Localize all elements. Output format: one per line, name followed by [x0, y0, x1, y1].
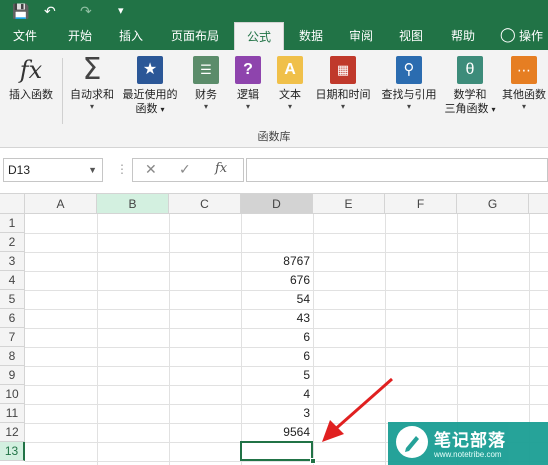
title-bar: 💾 ↶ ↷ ▾: [0, 0, 548, 22]
selected-cell-d13[interactable]: [240, 441, 313, 461]
autosum-button[interactable]: Σ 自动求和 ▾: [66, 52, 118, 112]
column-header-a[interactable]: A: [25, 194, 97, 214]
column-header-h[interactable]: [529, 194, 548, 214]
text-book-icon: A: [277, 56, 303, 84]
row-header-7[interactable]: 7: [0, 328, 25, 347]
name-box[interactable]: D13 ▼: [3, 158, 103, 182]
undo-icon[interactable]: ↶: [44, 2, 56, 20]
cell-d5[interactable]: 54: [241, 290, 313, 309]
column-header-d[interactable]: D: [241, 194, 313, 214]
chevron-down-icon[interactable]: ▼: [88, 159, 97, 181]
tab-home[interactable]: 开始: [56, 22, 104, 50]
ribbon-formulas: fx 插入函数 Σ 自动求和 ▾ ★ 最近使用的 函数 ▾ ☰ 财务 ▾ ? 逻…: [0, 50, 548, 148]
cancel-icon[interactable]: ✕: [145, 161, 157, 178]
row-header-9[interactable]: 9: [0, 366, 25, 385]
arrow-shaft: [331, 377, 393, 434]
pen-icon: [405, 436, 419, 452]
tab-page-layout[interactable]: 页面布局: [160, 22, 230, 50]
tab-data[interactable]: 数据: [288, 22, 334, 50]
column-header-c[interactable]: C: [169, 194, 241, 214]
ribbon-separator: [62, 58, 63, 124]
more-book-icon: ⋯: [511, 56, 537, 84]
column-header-f[interactable]: F: [385, 194, 457, 214]
annotation-arrow: [322, 377, 393, 442]
text-button[interactable]: A 文本 ▾: [272, 56, 308, 112]
cell-d10[interactable]: 4: [241, 385, 313, 404]
financial-button[interactable]: ☰ 财务 ▾: [188, 56, 224, 112]
math-trig-button[interactable]: θ 数学和 三角函数 ▾: [442, 56, 498, 117]
date-time-button[interactable]: ▦ 日期和时间 ▾: [310, 56, 376, 112]
tab-help[interactable]: 帮助: [440, 22, 486, 50]
column-header-e[interactable]: E: [313, 194, 385, 214]
insert-function-icon[interactable]: fx: [215, 161, 227, 176]
row-header-1[interactable]: 1: [0, 214, 25, 233]
watermark-title: 笔记部落: [434, 431, 506, 450]
row-header-10[interactable]: 10: [0, 385, 25, 404]
tab-view[interactable]: 视图: [388, 22, 434, 50]
column-header-g[interactable]: G: [457, 194, 529, 214]
question-book-icon: ?: [235, 56, 261, 84]
column-header-b[interactable]: B: [97, 194, 169, 214]
row-header-4[interactable]: 4: [0, 271, 25, 290]
redo-icon[interactable]: ↷: [80, 2, 92, 20]
grid-line: [25, 233, 548, 234]
tab-tell-me[interactable]: 操作: [514, 22, 548, 50]
tab-review[interactable]: 审阅: [338, 22, 384, 50]
search-book-icon: ⚲: [396, 56, 422, 84]
row-header-12[interactable]: 12: [0, 423, 25, 442]
formula-bar: D13 ▼ ⋮ ✕ ✓ fx: [0, 148, 548, 194]
cell-d7[interactable]: 6: [241, 328, 313, 347]
tab-file[interactable]: 文件: [0, 22, 50, 50]
theta-book-icon: θ: [457, 56, 483, 84]
pen-logo-icon: [396, 426, 428, 458]
formula-buttons: ✕ ✓ fx: [132, 158, 244, 182]
logical-button[interactable]: ? 逻辑 ▾: [230, 56, 266, 112]
cell-d12[interactable]: 9564: [241, 423, 313, 442]
money-book-icon: ☰: [193, 56, 219, 84]
select-all-corner[interactable]: [0, 194, 25, 214]
function-library-group-label: 函数库: [257, 131, 291, 143]
row-header-2[interactable]: 2: [0, 233, 25, 252]
tab-formulas[interactable]: 公式: [234, 22, 284, 50]
watermark-url: www.notetribe.com: [434, 450, 502, 459]
watermark-badge: 笔记部落 www.notetribe.com: [388, 422, 548, 465]
row-header-5[interactable]: 5: [0, 290, 25, 309]
star-book-icon: ★: [137, 56, 163, 84]
more-functions-button[interactable]: ⋯ 其他函数 ▾: [500, 56, 548, 112]
row-header-8[interactable]: 8: [0, 347, 25, 366]
save-icon[interactable]: 💾: [12, 2, 29, 20]
insert-function-button[interactable]: fx 插入函数: [4, 56, 58, 102]
fill-handle[interactable]: [310, 458, 316, 464]
lookup-reference-button[interactable]: ⚲ 查找与引用 ▾: [376, 56, 442, 112]
grid-line: [169, 214, 170, 465]
fx-icon: fx: [19, 56, 43, 84]
recently-used-button[interactable]: ★ 最近使用的 函数 ▾: [118, 56, 182, 117]
formula-bar-grip-icon: ⋮: [116, 162, 128, 176]
ribbon-tabs: 文件 开始 插入 页面布局 公式 数据 审阅 视图 帮助 ◯ 操作: [0, 22, 548, 50]
row-header-3[interactable]: 3: [0, 252, 25, 271]
row-header-6[interactable]: 6: [0, 309, 25, 328]
cell-d8[interactable]: 6: [241, 347, 313, 366]
formula-input[interactable]: [246, 158, 548, 182]
cell-d9[interactable]: 5: [241, 366, 313, 385]
tab-insert[interactable]: 插入: [106, 22, 156, 50]
row-header-11[interactable]: 11: [0, 404, 25, 423]
cell-d11[interactable]: 3: [241, 404, 313, 423]
calendar-book-icon: ▦: [330, 56, 356, 84]
customize-quick-access-icon[interactable]: ▾: [118, 2, 124, 20]
cell-d6[interactable]: 43: [241, 309, 313, 328]
cell-d3[interactable]: 8767: [241, 252, 313, 271]
sigma-icon: Σ: [82, 52, 102, 87]
enter-icon[interactable]: ✓: [179, 161, 191, 178]
row-header-13[interactable]: 13: [0, 442, 25, 461]
grid-line: [97, 214, 98, 465]
cell-d4[interactable]: 676: [241, 271, 313, 290]
